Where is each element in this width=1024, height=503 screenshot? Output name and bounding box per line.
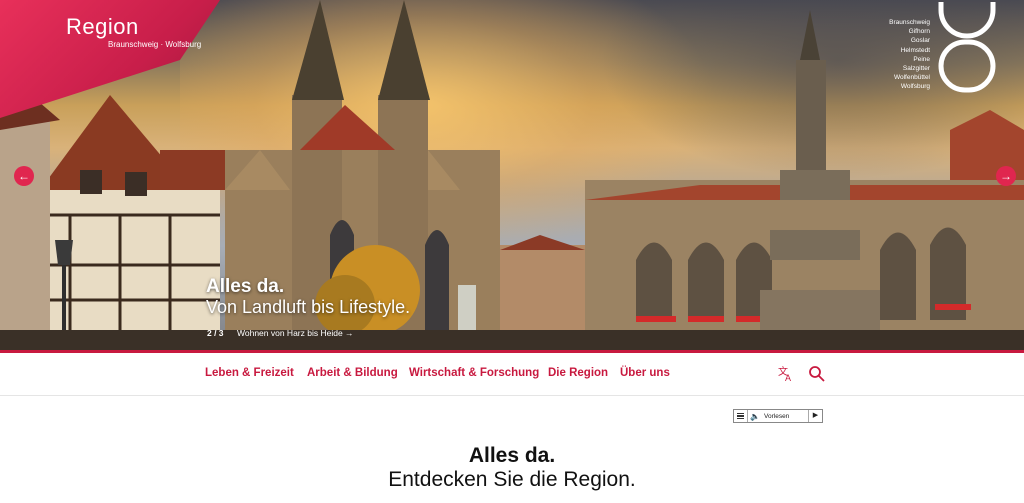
play-icon[interactable]: ▶ — [808, 410, 822, 422]
region-logo-icon — [938, 2, 996, 93]
arrow-right-icon[interactable]: → — [996, 166, 1016, 186]
main-navigation: Leben & Freizeit Arbeit & Bildung Wirtsc… — [0, 353, 1024, 396]
readspeaker-bar: 🔈 Vorlesen ▶ — [733, 409, 823, 423]
translate-icon[interactable]: 文 A — [777, 365, 795, 383]
hero-link[interactable]: Wohnen von Harz bis Heide → — [237, 328, 354, 338]
brand-logo-subtitle: Braunschweig · Wolfsburg — [108, 40, 202, 49]
nav-item-leben-freizeit[interactable]: Leben & Freizeit — [205, 367, 294, 379]
city-item: Salzgitter — [902, 65, 930, 73]
city-item: Helmstedt — [900, 46, 930, 54]
arrow-left-icon[interactable]: ← — [14, 166, 34, 186]
nav-item-die-region[interactable]: Die Region — [548, 367, 608, 379]
street — [0, 330, 1024, 352]
page-heading: Alles da. — [468, 444, 556, 467]
slide-counter: 2 / 3 — [207, 328, 224, 338]
nav-item-wirtschaft-forschung[interactable]: Wirtschaft & Forschung — [409, 367, 539, 379]
nav-item-ueber-uns[interactable]: Über uns — [620, 367, 670, 379]
hero-title: Alles da. — [206, 276, 285, 297]
menu-icon[interactable] — [734, 410, 748, 422]
city-item: Peine — [913, 55, 930, 63]
nav-item-arbeit-bildung[interactable]: Arbeit & Bildung — [307, 367, 398, 379]
hero-slider: Region Braunschweig · Wolfsburg Braunsch… — [0, 0, 1024, 352]
svg-text:A: A — [785, 373, 791, 383]
city-item: Goslar — [910, 37, 930, 45]
readspeaker-label[interactable]: Vorlesen — [762, 413, 808, 420]
city-list: Braunschweig Gifhorn Goslar Helmstedt Pe… — [889, 18, 930, 92]
city-item: Wolfsburg — [900, 83, 930, 91]
brand-logo-title[interactable]: Region — [66, 14, 139, 40]
city-item: Gifhorn — [908, 28, 930, 36]
page-subheading: Entdecken Sie die Region. — [388, 468, 636, 491]
speaker-icon: 🔈 — [750, 411, 760, 421]
city-item: Braunschweig — [889, 19, 930, 26]
search-icon[interactable] — [808, 365, 826, 383]
hero-subtitle: Von Landluft bis Lifestyle. — [206, 297, 411, 317]
city-item: Wolfenbüttel — [893, 74, 930, 82]
